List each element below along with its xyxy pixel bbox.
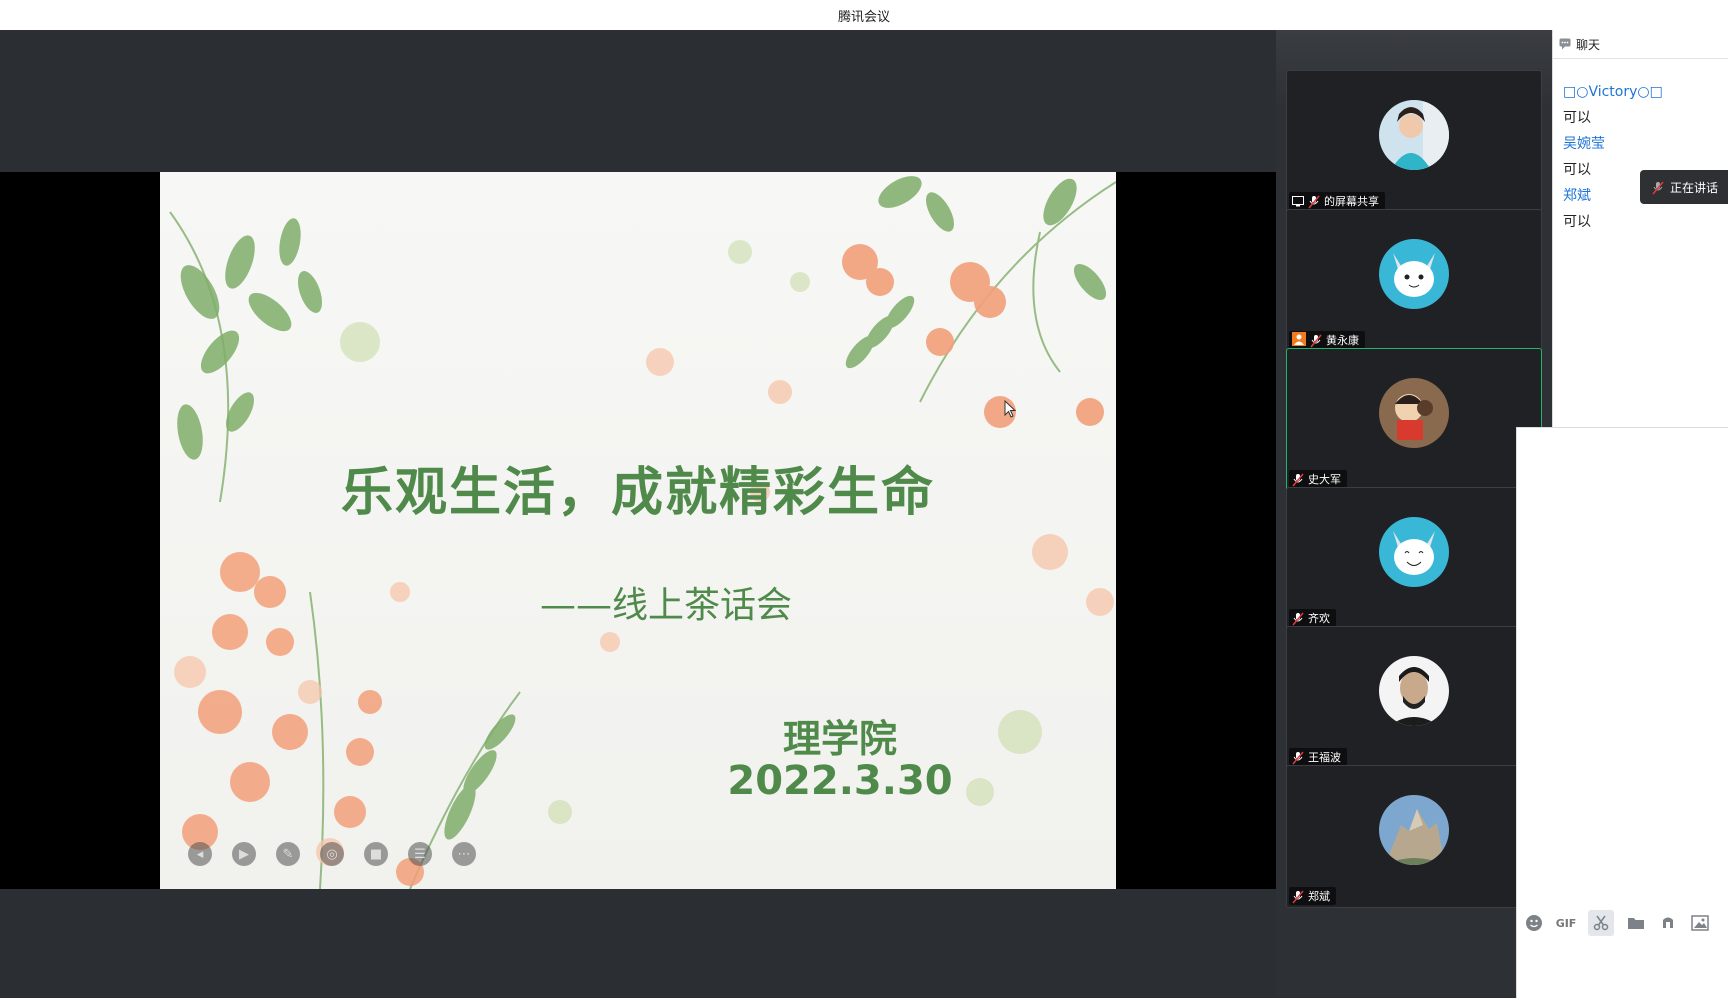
screenshot-icon[interactable]: ◎ [320,842,344,866]
image-icon[interactable] [1690,913,1710,933]
chat-sender[interactable]: □○Victory○□ [1563,79,1728,105]
participant-video-list: 的屏幕共享 黄永康 史大军 齐欢 王福波 郑斌 [1276,30,1552,997]
chat-title: 聊天 [1576,37,1601,52]
screen-share-icon [1292,192,1304,211]
screen-share-area[interactable]: 乐观生活，成就精彩生命 ——线上茶话会 理学院 2022.3.30 ◂ ▶ ✎ … [0,172,1276,889]
folder-icon[interactable] [1626,913,1646,933]
caption-icon[interactable]: ☰ [408,842,432,866]
speaking-label: 正在讲话 [1670,180,1719,195]
participant-tile[interactable]: 黄永康 [1286,209,1542,352]
chat-icon [1559,35,1571,54]
main-stage: 乐观生活，成就精彩生命 ——线上茶话会 理学院 2022.3.30 ◂ ▶ ✎ … [0,30,1276,997]
mic-muted-icon [1652,180,1664,195]
camera-icon[interactable]: ■ [364,842,388,866]
participant-name: 黄永康 [1326,334,1359,347]
chat-sender[interactable]: 吴婉莹 [1563,131,1728,157]
chat-message-text: 可以 [1563,110,1591,126]
slide-subtitle: ——线上茶话会 [540,585,793,626]
avatar [1379,795,1449,865]
avatar [1379,656,1449,726]
gif-button[interactable]: GIF [1556,913,1577,933]
participant-label: 的屏幕共享 [1289,192,1385,210]
chat-toolbar: GIF [1516,908,1728,938]
mic-muted-icon [1292,889,1304,904]
mic-muted-icon [1292,472,1304,487]
participant-name: 郑斌 [1308,890,1330,903]
participant-label: 齐欢 [1289,609,1336,627]
window-title: 腾讯会议 [837,10,890,25]
avatar [1379,239,1449,309]
chat-header: 聊天 [1553,30,1728,59]
mic-muted-icon [1308,194,1320,209]
participant-tile[interactable]: 郑斌 [1286,765,1542,908]
avatar [1379,378,1449,448]
chat-message-text: 可以 [1563,214,1591,230]
participant-tile[interactable]: 王福波 [1286,626,1542,769]
presentation-controls: ◂ ▶ ✎ ◎ ■ ☰ ⋯ [188,837,476,871]
mic-muted-icon [1292,750,1304,765]
participant-tile[interactable]: 齐欢 [1286,487,1542,630]
pen-icon[interactable]: ✎ [276,842,300,866]
back-icon[interactable]: ◂ [188,842,212,866]
music-icon[interactable] [1658,913,1678,933]
host-icon [1292,331,1306,350]
scissors-icon[interactable] [1588,910,1614,936]
participant-name: 齐欢 [1308,612,1330,625]
slide-date: 2022.3.30 [727,758,953,804]
avatar [1379,100,1449,170]
title-bar: 腾讯会议 [0,0,1728,31]
participant-tile[interactable]: 的屏幕共享 [1286,70,1542,213]
participant-label: 郑斌 [1289,887,1336,905]
participant-label: 史大军 [1289,470,1347,488]
participant-name: 的屏幕共享 [1324,195,1379,208]
slide-title: 乐观生活，成就精彩生命 [340,463,935,523]
slide-organization: 理学院 [782,717,897,761]
mic-muted-icon [1310,333,1322,348]
more-icon[interactable]: ⋯ [452,842,476,866]
chat-message-list: □○Victory○□ 可以 吴婉莹 可以 郑斌 可以 [1553,59,1728,235]
mic-muted-icon [1292,611,1304,626]
mouse-cursor-icon [1004,400,1016,418]
participant-label: 王福波 [1289,748,1347,766]
speaking-indicator: 正在讲话 [1640,170,1728,204]
participant-name: 史大军 [1308,473,1341,486]
avatar [1379,517,1449,587]
presentation-slide: 乐观生活，成就精彩生命 ——线上茶话会 理学院 2022.3.30 ◂ ▶ ✎ … [160,172,1116,889]
participant-name: 王福波 [1308,751,1341,764]
participant-label: 黄永康 [1289,331,1365,349]
play-icon[interactable]: ▶ [232,842,256,866]
emoji-icon[interactable] [1524,913,1544,933]
participant-tile[interactable]: 史大军 [1286,348,1542,491]
